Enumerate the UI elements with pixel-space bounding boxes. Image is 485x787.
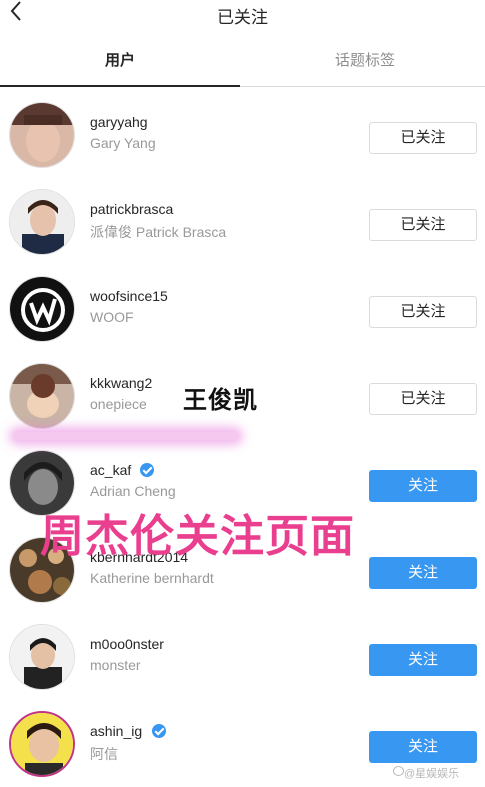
username[interactable]: patrickbrasca <box>90 201 173 217</box>
username[interactable]: woofsince15 <box>90 288 168 304</box>
annotation-caption: 周杰伦关注页面 <box>40 512 355 561</box>
list-item[interactable]: m0oo0nster monster 关注 <box>0 612 485 699</box>
avatar[interactable] <box>9 102 75 168</box>
username[interactable]: ashin_ig <box>90 723 142 739</box>
watermark: @星娱娱乐 <box>404 768 460 780</box>
fullname: Gary Yang <box>90 135 156 151</box>
avatar[interactable] <box>9 711 75 777</box>
follow-button[interactable]: 关注 <box>369 470 477 502</box>
fullname: WOOF <box>90 309 134 325</box>
follow-button[interactable]: 关注 <box>369 644 477 676</box>
highlight-underline <box>14 432 238 440</box>
following-button[interactable]: 已关注 <box>369 122 477 154</box>
following-button[interactable]: 已关注 <box>369 296 477 328</box>
following-button[interactable]: 已关注 <box>369 209 477 241</box>
follow-button[interactable]: 关注 <box>369 731 477 763</box>
list-item[interactable]: woofsince15 WOOF 已关注 <box>0 264 485 351</box>
list-item[interactable]: patrickbrasca 派偉俊 Patrick Brasca 已关注 <box>0 177 485 264</box>
username[interactable]: ac_kaf <box>90 462 131 478</box>
top-nav-bar: 已关注 <box>0 0 485 30</box>
fullname: Katherine bernhardt <box>90 570 214 586</box>
avatar[interactable] <box>9 189 75 255</box>
fullname: onepiece <box>90 396 147 412</box>
fullname: Adrian Cheng <box>90 483 176 499</box>
username[interactable]: kkkwang2 <box>90 375 152 391</box>
avatar[interactable] <box>9 363 75 429</box>
fullname: 派偉俊 Patrick Brasca <box>90 224 227 240</box>
page-title: 已关注 <box>217 8 268 27</box>
verified-badge-icon <box>140 463 154 477</box>
username[interactable]: garyyahg <box>90 114 148 130</box>
fullname: 阿信 <box>90 746 118 762</box>
avatar[interactable] <box>9 276 75 342</box>
annotation-name-label: 王俊凯 <box>183 387 258 414</box>
tab-hashtags[interactable]: 话题标签 <box>245 40 485 87</box>
fullname: monster <box>90 657 141 673</box>
list-item[interactable]: garyyahg Gary Yang 已关注 <box>0 90 485 177</box>
following-button[interactable]: 已关注 <box>369 383 477 415</box>
follow-button[interactable]: 关注 <box>369 557 477 589</box>
username[interactable]: m0oo0nster <box>90 636 164 652</box>
avatar[interactable] <box>9 624 75 690</box>
tab-users[interactable]: 用户 <box>0 40 240 87</box>
weibo-icon <box>393 766 404 776</box>
verified-badge-icon <box>152 724 166 738</box>
tab-bar: 用户 话题标签 <box>0 40 485 87</box>
